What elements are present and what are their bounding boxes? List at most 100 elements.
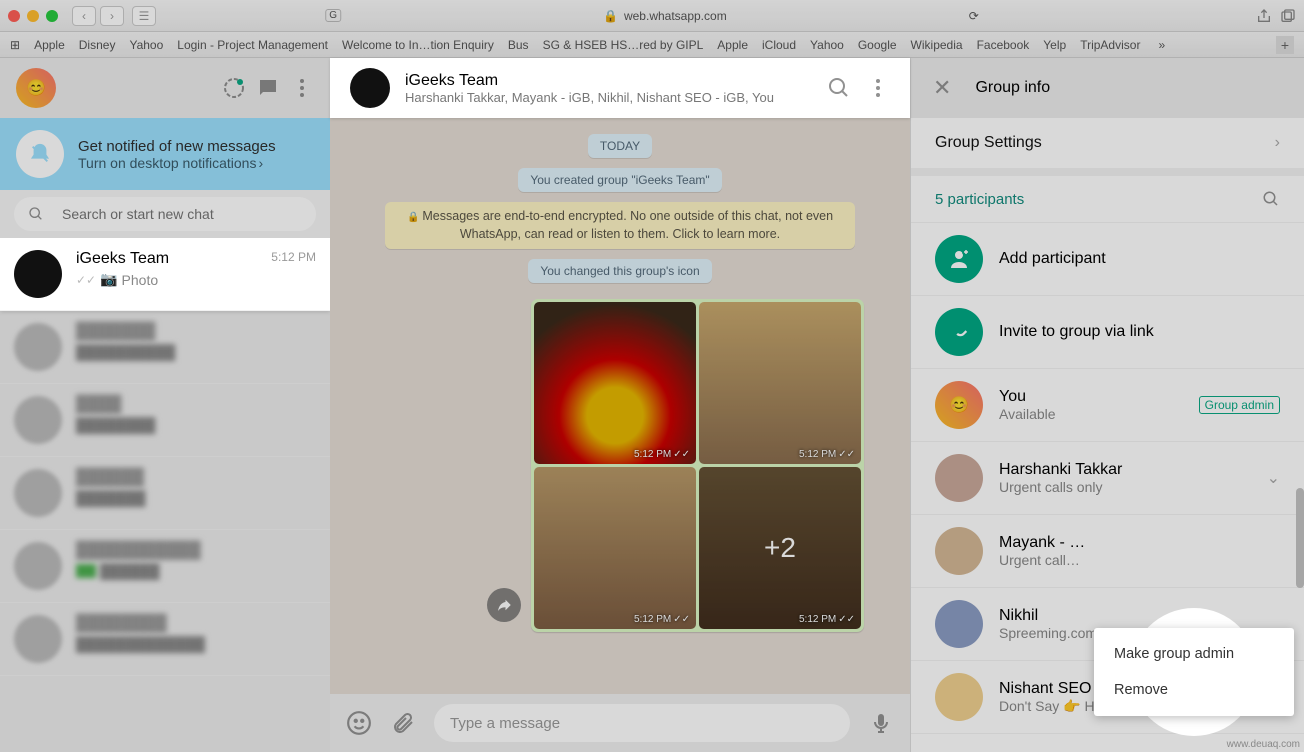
group-info-header: ✕ Group info	[911, 58, 1304, 118]
chat-avatar	[14, 469, 62, 517]
bookmark-item[interactable]: iCloud	[762, 38, 796, 52]
photo-thumbnail[interactable]: 5:12 PM ✓✓	[534, 302, 696, 464]
left-header: 😊	[0, 58, 330, 118]
attach-icon[interactable]	[390, 710, 416, 736]
notification-title: Get notified of new messages	[78, 138, 276, 155]
photo-thumbnail-more[interactable]: +25:12 PM ✓✓	[699, 467, 861, 629]
reader-icon[interactable]: G	[325, 9, 341, 22]
chat-list-item[interactable]: █████████████████	[0, 530, 330, 603]
participant-row[interactable]: Mayank - …Urgent call…	[911, 515, 1304, 588]
admin-badge: Group admin	[1199, 396, 1280, 414]
left-pane: 😊 Get notified of new messages Turn on d…	[0, 58, 330, 752]
reload-icon[interactable]: ⟳	[969, 9, 979, 23]
bookmark-item[interactable]: Welcome to In…tion Enquiry	[342, 38, 494, 52]
sidebar-button[interactable]: ☰	[132, 6, 156, 26]
bookmark-item[interactable]: Yahoo	[810, 38, 844, 52]
chat-body[interactable]: TODAY You created group "iGeeks Team" Me…	[330, 118, 910, 694]
minimize-window-icon[interactable]	[27, 10, 39, 22]
my-avatar[interactable]: 😊	[16, 68, 56, 108]
scrollbar[interactable]	[1296, 488, 1304, 588]
chat-time: 5:12 PM	[271, 250, 316, 268]
photo-thumbnail[interactable]: 5:12 PM ✓✓	[699, 302, 861, 464]
bookmark-item[interactable]: Wikipedia	[911, 38, 963, 52]
bookmark-item[interactable]: Bus	[508, 38, 529, 52]
bookmarks-more-icon[interactable]: »	[1158, 38, 1165, 52]
bookmark-item[interactable]: Google	[858, 38, 897, 52]
link-icon	[935, 308, 983, 356]
photo-thumbnail[interactable]: 5:12 PM ✓✓	[534, 467, 696, 629]
lock-icon: 🔒	[603, 9, 618, 23]
bookmark-item[interactable]: TripAdvisor	[1080, 38, 1140, 52]
share-icon[interactable]	[1256, 8, 1272, 24]
add-participant-row[interactable]: Add participant	[911, 223, 1304, 296]
chat-list-item[interactable]: █████████████████████	[0, 603, 330, 676]
chat-list[interactable]: iGeeks Team5:12 PM ✓✓📷Photo ████████████…	[0, 238, 330, 752]
url-text: web.whatsapp.com	[624, 9, 727, 23]
chat-header-title: iGeeks Team	[405, 72, 812, 90]
chat-avatar	[14, 615, 62, 663]
menu-icon[interactable]	[290, 76, 314, 100]
close-icon[interactable]: ✕	[933, 75, 951, 101]
chat-avatar	[14, 250, 62, 298]
chat-list-item[interactable]: █████████████████	[0, 311, 330, 384]
participant-row[interactable]: NikhilSpreeming.com	[911, 588, 1304, 661]
new-tab-button[interactable]: +	[1276, 36, 1294, 54]
back-button[interactable]: ‹	[72, 6, 96, 26]
search-participants-icon[interactable]	[1262, 190, 1280, 208]
bookmarks-bar: ⊞ Apple Disney Yahoo Login - Project Man…	[0, 32, 1304, 58]
watermark: www.deuaq.com	[1227, 739, 1300, 750]
chat-title: iGeeks Team	[76, 250, 169, 268]
bookmark-item[interactable]: Disney	[79, 38, 116, 52]
status-icon[interactable]	[222, 76, 246, 100]
chat-list-item[interactable]: ████████████	[0, 384, 330, 457]
participant-row[interactable]: 😊 YouAvailable Group admin	[911, 369, 1304, 442]
forward-button[interactable]: ›	[100, 6, 124, 26]
chat-header-subtitle: Harshanki Takkar, Mayank - iGB, Nikhil, …	[405, 90, 812, 105]
bookmark-item[interactable]: Apple	[717, 38, 748, 52]
forward-icon[interactable]	[487, 588, 521, 622]
address-bar[interactable]: G 🔒 web.whatsapp.com ⟳	[325, 9, 979, 23]
search-in-chat-icon[interactable]	[827, 76, 851, 100]
participant-row[interactable]: Harshanki TakkarUrgent calls only ⌄	[911, 442, 1304, 515]
bookmark-item[interactable]: Yelp	[1043, 38, 1066, 52]
tabs-icon[interactable]	[1280, 8, 1296, 24]
fullscreen-window-icon[interactable]	[46, 10, 58, 22]
notification-banner[interactable]: Get notified of new messages Turn on des…	[0, 118, 330, 190]
chevron-down-icon[interactable]: ⌄	[1267, 468, 1280, 488]
camera-icon: 📷	[100, 271, 117, 288]
bookmark-item[interactable]: SG & HSEB HS…red by GIPL	[543, 38, 704, 52]
participants-count: 5 participants	[935, 191, 1024, 208]
search-input-wrap[interactable]	[14, 197, 316, 231]
chat-header-avatar[interactable]	[350, 68, 390, 108]
bookmark-item[interactable]: Yahoo	[129, 38, 163, 52]
chat-subtitle: Photo	[122, 272, 159, 288]
browser-toolbar: ‹ › ☰ G 🔒 web.whatsapp.com ⟳	[0, 0, 1304, 32]
chat-list-item-active[interactable]: iGeeks Team5:12 PM ✓✓📷Photo	[0, 238, 330, 311]
chat-header[interactable]: iGeeks Team Harshanki Takkar, Mayank - i…	[330, 58, 910, 118]
message-input[interactable]: Type a message	[434, 704, 850, 742]
encryption-notice[interactable]: Messages are end-to-end encrypted. No on…	[385, 202, 855, 249]
chat-list-item[interactable]: █████████████	[0, 457, 330, 530]
bookmark-item[interactable]: Apple	[34, 38, 65, 52]
mic-icon[interactable]	[868, 710, 894, 736]
chat-footer: Type a message	[330, 694, 910, 752]
add-person-icon	[935, 235, 983, 283]
new-chat-icon[interactable]	[256, 76, 280, 100]
bookmark-item[interactable]: Login - Project Management	[177, 38, 328, 52]
participant-avatar	[935, 527, 983, 575]
group-settings-row[interactable]: Group Settings ›	[911, 118, 1304, 176]
outgoing-message[interactable]: 5:12 PM ✓✓ 5:12 PM ✓✓ 5:12 PM ✓✓ +25:12 …	[531, 299, 864, 632]
participant-row[interactable]: Nishant SEO - iGBDon't Say 👉 Hi & Come T…	[911, 661, 1304, 734]
chat-menu-icon[interactable]	[866, 76, 890, 100]
group-info-title: Group info	[975, 79, 1050, 97]
participant-avatar	[935, 454, 983, 502]
bookmarks-grid-icon[interactable]: ⊞	[10, 38, 20, 52]
emoji-icon[interactable]	[346, 710, 372, 736]
bookmark-item[interactable]: Facebook	[977, 38, 1030, 52]
search-input[interactable]	[62, 206, 302, 222]
close-window-icon[interactable]	[8, 10, 20, 22]
participant-avatar	[935, 600, 983, 648]
invite-link-row[interactable]: Invite to group via link	[911, 296, 1304, 369]
notification-action[interactable]: Turn on desktop notifications ›	[78, 155, 276, 171]
more-photos-count: +2	[699, 467, 861, 629]
